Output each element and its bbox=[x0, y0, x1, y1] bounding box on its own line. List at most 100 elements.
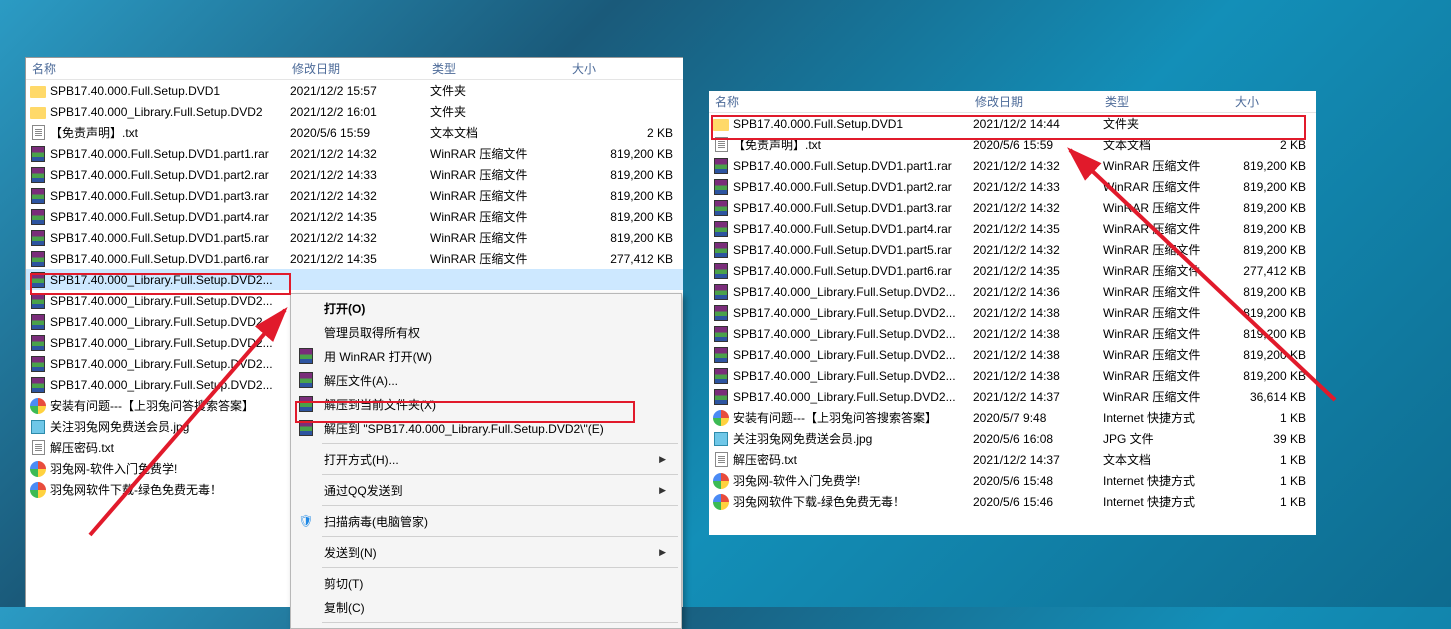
menu-separator bbox=[322, 536, 678, 537]
file-type: WinRAR 压缩文件 bbox=[426, 229, 566, 246]
file-date: 2021/12/2 14:38 bbox=[969, 306, 1099, 320]
file-size: 819,200 KB bbox=[566, 210, 677, 224]
menu-item[interactable]: 用 WinRAR 打开(W) bbox=[292, 344, 680, 368]
file-type: JPG 文件 bbox=[1099, 430, 1229, 447]
file-name: SPB17.40.000.Full.Setup.DVD1.part5.rar bbox=[50, 231, 269, 245]
file-row[interactable]: 【免责声明】.txt2020/5/6 15:59文本文档2 KB bbox=[709, 134, 1316, 155]
rar-archive-icon bbox=[713, 389, 729, 405]
file-name: 解压密码.txt bbox=[50, 439, 114, 456]
rar-archive-icon bbox=[30, 377, 46, 393]
file-size: 819,200 KB bbox=[566, 231, 677, 245]
file-row[interactable]: 关注羽兔网免费送会员.jpg2020/5/6 16:08JPG 文件39 KB bbox=[709, 428, 1316, 449]
menu-item[interactable]: 复制(C) bbox=[292, 595, 680, 619]
file-date: 2021/12/2 14:37 bbox=[969, 390, 1099, 404]
file-row[interactable]: SPB17.40.000.Full.Setup.DVD1.part6.rar20… bbox=[709, 260, 1316, 281]
file-name: SPB17.40.000.Full.Setup.DVD1.part1.rar bbox=[50, 147, 269, 161]
file-row[interactable]: SPB17.40.000_Library.Full.Setup.DVD2...2… bbox=[709, 302, 1316, 323]
file-type: WinRAR 压缩文件 bbox=[1099, 157, 1229, 174]
file-size: 1 KB bbox=[1229, 411, 1310, 425]
column-type[interactable]: 类型 bbox=[1099, 93, 1229, 110]
file-date: 2021/12/2 14:35 bbox=[286, 252, 426, 266]
menu-item[interactable]: 🛡 扫描病毒(电脑管家) bbox=[292, 509, 680, 533]
file-row[interactable]: SPB17.40.000_Library.Full.Setup.DVD2... 2… bbox=[709, 386, 1316, 407]
file-row[interactable]: SPB17.40.000.Full.Setup.DVD1.part2.rar20… bbox=[709, 176, 1316, 197]
file-row[interactable]: SPB17.40.000_Library.Full.Setup.DVD2... bbox=[26, 269, 683, 290]
rar-archive-icon bbox=[713, 263, 729, 279]
file-row[interactable]: SPB17.40.000.Full.Setup.DVD12021/12/2 15… bbox=[26, 80, 683, 101]
file-row[interactable]: SPB17.40.000.Full.Setup.DVD1.part3.rar20… bbox=[709, 197, 1316, 218]
menu-item[interactable]: 发送到(N)▶ bbox=[292, 540, 680, 564]
file-name: SPB17.40.000.Full.Setup.DVD1.part4.rar bbox=[50, 210, 269, 224]
text-file-icon bbox=[713, 137, 729, 153]
rar-archive-icon bbox=[298, 396, 314, 412]
menu-item[interactable]: 打开(O) bbox=[292, 296, 680, 320]
column-size[interactable]: 大小 bbox=[566, 60, 683, 77]
file-size: 39 KB bbox=[1229, 432, 1310, 446]
menu-item[interactable]: 通过QQ发送到▶ bbox=[292, 478, 680, 502]
column-date[interactable]: 修改日期 bbox=[969, 93, 1099, 110]
file-type: WinRAR 压缩文件 bbox=[1099, 199, 1229, 216]
menu-item-label: 用 WinRAR 打开(W) bbox=[324, 348, 432, 365]
file-name: SPB17.40.000.Full.Setup.DVD1.part3.rar bbox=[733, 201, 952, 215]
file-row[interactable]: SPB17.40.000.Full.Setup.DVD1.part4.rar20… bbox=[26, 206, 683, 227]
menu-item[interactable]: 打开方式(H)...▶ bbox=[292, 447, 680, 471]
menu-item-label: 解压到 "SPB17.40.000_Library.Full.Setup.DVD… bbox=[324, 420, 604, 437]
file-row[interactable]: SPB17.40.000_Library.Full.Setup.DVD2...2… bbox=[709, 281, 1316, 302]
file-name: SPB17.40.000.Full.Setup.DVD1.part6.rar bbox=[50, 252, 269, 266]
file-row[interactable]: SPB17.40.000.Full.Setup.DVD1.part4.rar20… bbox=[709, 218, 1316, 239]
file-name: SPB17.40.000_Library.Full.Setup.DVD2... bbox=[50, 357, 273, 371]
file-name: SPB17.40.000_Library.Full.Setup.DVD2 bbox=[50, 105, 263, 119]
file-row[interactable]: SPB17.40.000_Library.Full.Setup.DVD2...2… bbox=[709, 365, 1316, 386]
shield-icon: 🛡 bbox=[298, 513, 314, 529]
rar-archive-icon bbox=[30, 209, 46, 225]
menu-item[interactable]: 解压到当前文件夹(X) bbox=[292, 392, 680, 416]
file-type: WinRAR 压缩文件 bbox=[1099, 220, 1229, 237]
menu-item-label: 解压文件(A)... bbox=[324, 372, 398, 389]
column-type[interactable]: 类型 bbox=[426, 60, 566, 77]
file-row[interactable]: SPB17.40.000.Full.Setup.DVD1.part1.rar20… bbox=[709, 155, 1316, 176]
file-date: 2021/12/2 16:01 bbox=[286, 105, 426, 119]
file-name: 羽兔网-软件入门免费学! bbox=[733, 472, 860, 489]
column-date[interactable]: 修改日期 bbox=[286, 60, 426, 77]
menu-item[interactable]: 管理员取得所有权 bbox=[292, 320, 680, 344]
shortcut-icon bbox=[30, 461, 46, 477]
file-row[interactable]: SPB17.40.000.Full.Setup.DVD1.part1.rar20… bbox=[26, 143, 683, 164]
file-row[interactable]: 羽兔网软件下载-绿色免费无毒！2020/5/6 15:46Internet 快捷… bbox=[709, 491, 1316, 512]
file-size: 819,200 KB bbox=[1229, 327, 1310, 341]
menu-item-label: 扫描病毒(电脑管家) bbox=[324, 513, 428, 530]
file-name: SPB17.40.000_Library.Full.Setup.DVD2... bbox=[50, 315, 273, 329]
file-row[interactable]: 【免责声明】.txt2020/5/6 15:59文本文档2 KB bbox=[26, 122, 683, 143]
shortcut-icon bbox=[713, 410, 729, 426]
file-date: 2021/12/2 14:36 bbox=[969, 285, 1099, 299]
file-row[interactable]: SPB17.40.000.Full.Setup.DVD1.part5.rar20… bbox=[26, 227, 683, 248]
shield-icon-slot: 🛡 bbox=[296, 513, 316, 529]
menu-item[interactable]: 剪切(T) bbox=[292, 571, 680, 595]
file-row[interactable]: SPB17.40.000.Full.Setup.DVD1.part6.rar 20… bbox=[26, 248, 683, 269]
file-row[interactable]: 解压密码.txt2021/12/2 14:37文本文档1 KB bbox=[709, 449, 1316, 470]
file-row[interactable]: SPB17.40.000_Library.Full.Setup.DVD2...2… bbox=[709, 344, 1316, 365]
text-file-icon bbox=[30, 125, 46, 141]
file-row[interactable]: SPB17.40.000.Full.Setup.DVD1.part3.rar20… bbox=[26, 185, 683, 206]
file-type: WinRAR 压缩文件 bbox=[1099, 325, 1229, 342]
file-row[interactable]: 安装有问题---【上羽兔问答搜索答案】2020/5/7 9:48Internet… bbox=[709, 407, 1316, 428]
menu-item-label: 发送到(N) bbox=[324, 544, 377, 561]
file-row[interactable]: SPB17.40.000_Library.Full.Setup.DVD2 2021… bbox=[26, 101, 683, 122]
file-row[interactable]: SPB17.40.000.Full.Setup.DVD1.part2.rar20… bbox=[26, 164, 683, 185]
column-name[interactable]: 名称 bbox=[26, 60, 286, 77]
column-name[interactable]: 名称 bbox=[709, 93, 969, 110]
file-type: WinRAR 压缩文件 bbox=[1099, 304, 1229, 321]
file-row[interactable]: 羽兔网-软件入门免费学!2020/5/6 15:48Internet 快捷方式1… bbox=[709, 470, 1316, 491]
file-date: 2020/5/6 15:59 bbox=[969, 138, 1099, 152]
file-date: 2020/5/6 15:59 bbox=[286, 126, 426, 140]
file-row[interactable]: SPB17.40.000.Full.Setup.DVD12021/12/2 14… bbox=[709, 113, 1316, 134]
menu-item[interactable]: 解压到 "SPB17.40.000_Library.Full.Setup.DVD… bbox=[292, 416, 680, 440]
menu-item-label: 打开方式(H)... bbox=[324, 451, 399, 468]
file-row[interactable]: SPB17.40.000.Full.Setup.DVD1.part5.rar20… bbox=[709, 239, 1316, 260]
file-name: SPB17.40.000_Library.Full.Setup.DVD2... bbox=[733, 369, 956, 383]
column-size[interactable]: 大小 bbox=[1229, 93, 1316, 110]
file-row[interactable]: SPB17.40.000_Library.Full.Setup.DVD2...2… bbox=[709, 323, 1316, 344]
file-size: 1 KB bbox=[1229, 474, 1310, 488]
file-name: SPB17.40.000_Library.Full.Setup.DVD2... bbox=[733, 390, 956, 404]
rar-archive-icon bbox=[713, 284, 729, 300]
menu-item[interactable]: 解压文件(A)... bbox=[292, 368, 680, 392]
